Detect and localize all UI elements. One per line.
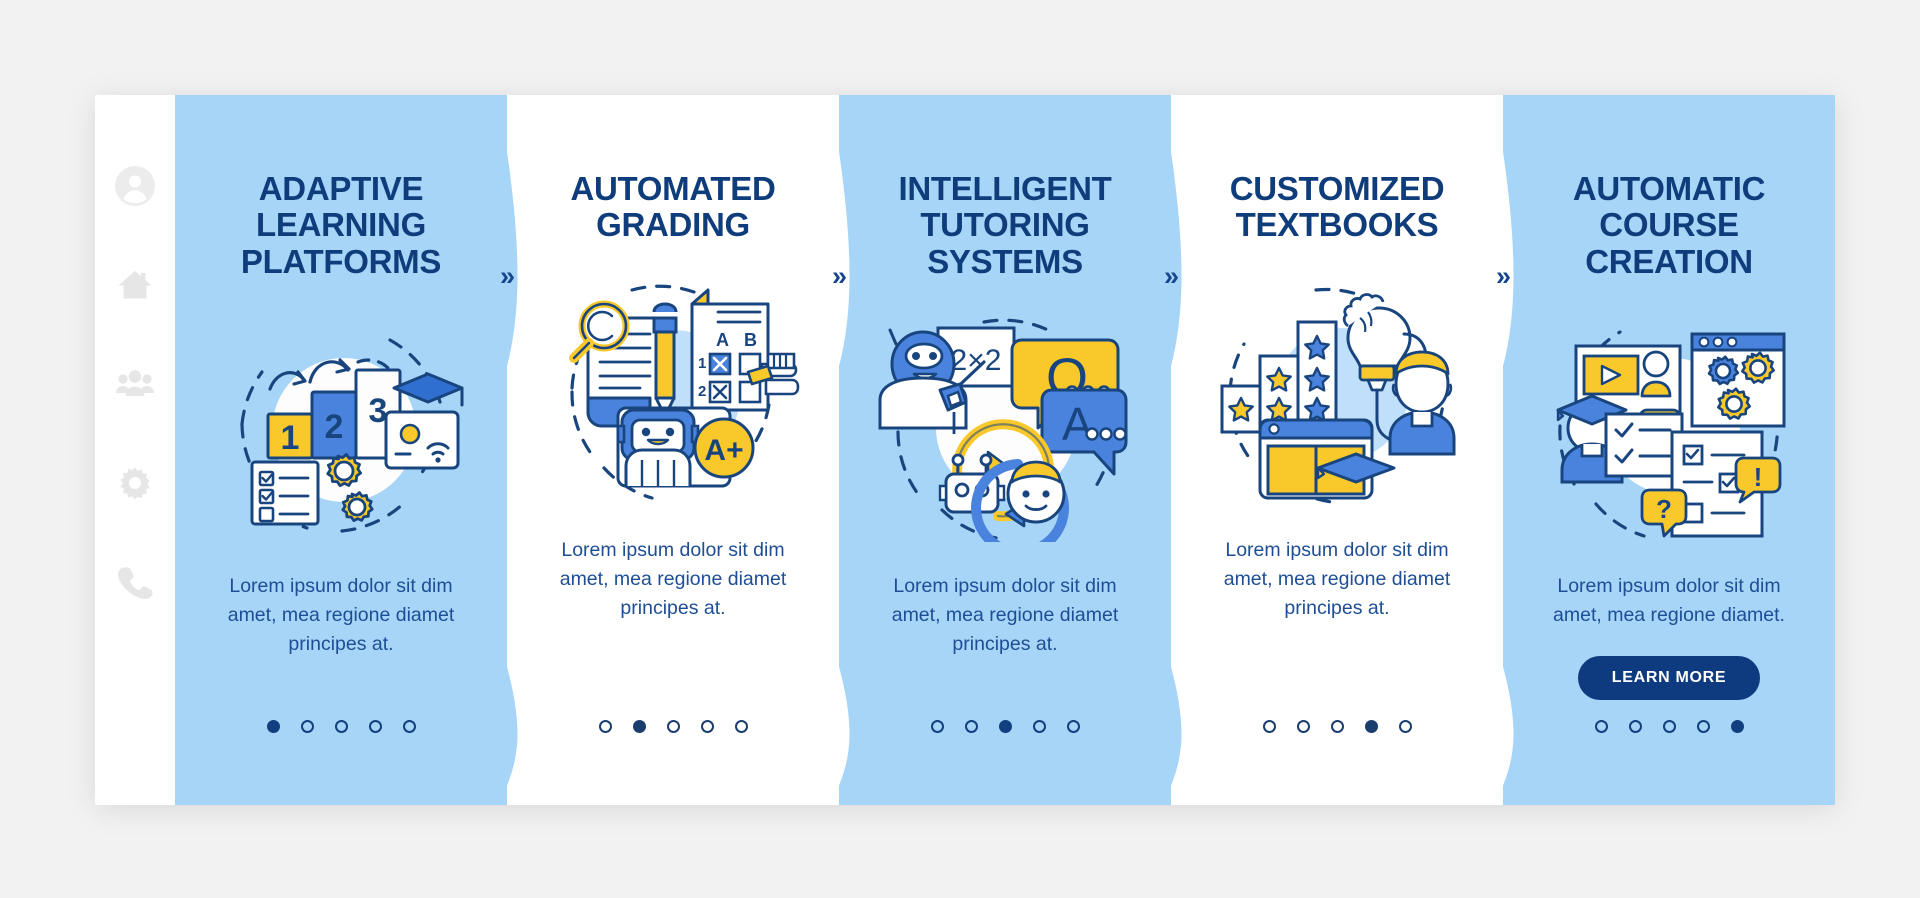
math-expression-label: 2×2 [951,344,1002,377]
automated-grading-illustration: A B 1 2 A+ [544,268,802,506]
sidebar [95,95,175,805]
pagination-dot[interactable] [666,720,680,733]
gear-icon[interactable] [114,462,156,504]
pagination-dot[interactable] [734,720,748,733]
pagination-dot[interactable] [1696,720,1710,733]
pagination-dot[interactable] [1662,720,1676,733]
pagination-dots [507,720,839,733]
pagination-dot[interactable] [930,720,944,733]
pagination-dots [839,720,1171,733]
panel-description: Lorem ipsum dolor sit dim amet, mea regi… [227,574,455,656]
people-group-icon[interactable] [114,363,156,405]
panel-title: CUSTOMIZED TEXTBOOKS [1229,170,1445,244]
pagination-dot[interactable] [1594,720,1608,733]
pagination-dot[interactable] [1066,720,1080,733]
panel-description: Lorem ipsum dolor sit dim amet, mea regi… [559,538,787,620]
panel-description: Lorem ipsum dolor sit dim amet, mea regi… [1223,538,1451,620]
next-chevron-icon[interactable]: » [1149,263,1193,290]
exclamation-label: ! [1754,462,1763,492]
pagination-dot[interactable] [964,720,978,733]
row-two-label: 2 [698,383,706,400]
answer-letter-label: A [1062,398,1093,450]
automatic-course-creation-illustration: ! ? [1540,304,1798,542]
phone-icon[interactable] [114,561,156,603]
pagination-dot[interactable] [1364,720,1378,733]
question-mark-label: ? [1656,494,1672,524]
intelligent-tutoring-illustration: 2×2 Q A [876,304,1134,542]
pagination-dot[interactable] [1730,720,1744,733]
pagination-dot[interactable] [998,720,1012,733]
panel-description: Lorem ipsum dolor sit dim amet, mea regi… [1553,574,1785,627]
next-chevron-icon[interactable]: » [817,263,861,290]
next-chevron-icon[interactable]: » [1481,263,1525,290]
pagination-dot[interactable] [334,720,348,733]
pagination-dot[interactable] [300,720,314,733]
onboarding-panels: ADAPTIVE LEARNING PLATFORMS 1 2 3 Lorem … [175,95,1835,805]
panel-title: INTELLIGENT TUTORING SYSTEMS [898,170,1112,280]
pagination-dots [175,720,507,733]
panel-title: ADAPTIVE LEARNING PLATFORMS [240,170,442,280]
panel-title: AUTOMATED GRADING [570,170,776,244]
pagination-dot[interactable] [632,720,646,733]
panel-automated-grading: AUTOMATED GRADING A B 1 2 A+ Lorem ipsum… [507,95,850,805]
home-icon[interactable] [114,264,156,306]
step-one-label: 1 [281,419,300,457]
pagination-dot[interactable] [1330,720,1344,733]
customized-textbooks-illustration [1208,268,1466,506]
panel-title: AUTOMATIC COURSE CREATION [1572,170,1766,280]
pagination-dot[interactable] [1628,720,1642,733]
pagination-dot[interactable] [1398,720,1412,733]
next-chevron-icon[interactable]: » [485,263,529,290]
pagination-dot[interactable] [266,720,280,733]
pagination-dot[interactable] [368,720,382,733]
onboarding-card: ADAPTIVE LEARNING PLATFORMS 1 2 3 Lorem … [95,95,1835,805]
pagination-dots [1171,720,1503,733]
pagination-dot[interactable] [1262,720,1276,733]
answer-b-label: B [744,330,757,350]
panel-automatic-course-creation: AUTOMATIC COURSE CREATION ! ? Lorem ipsu… [1503,95,1835,805]
panel-description: Lorem ipsum dolor sit dim amet, mea regi… [891,574,1119,656]
pagination-dots [1503,720,1835,733]
pagination-dot[interactable] [1296,720,1310,733]
panel-adaptive-learning-platforms: ADAPTIVE LEARNING PLATFORMS 1 2 3 Lorem … [175,95,518,805]
adaptive-learning-illustration: 1 2 3 [212,304,470,542]
panel-customized-textbooks: CUSTOMIZED TEXTBOOKS Lorem ipsum dolor s… [1171,95,1514,805]
pagination-dot[interactable] [598,720,612,733]
pagination-dot[interactable] [700,720,714,733]
answer-a-label: A [716,330,729,350]
app-root: ADAPTIVE LEARNING PLATFORMS 1 2 3 Lorem … [0,0,1920,898]
pagination-dot[interactable] [1032,720,1046,733]
row-one-label: 1 [698,355,706,372]
grade-label: A+ [704,434,743,467]
pagination-dot[interactable] [402,720,416,733]
panel-intelligent-tutoring-systems: INTELLIGENT TUTORING SYSTEMS 2×2 Q A Lor… [839,95,1182,805]
user-avatar-icon[interactable] [114,165,156,207]
learn-more-button[interactable]: LEARN MORE [1577,656,1761,701]
step-two-label: 2 [325,408,344,446]
